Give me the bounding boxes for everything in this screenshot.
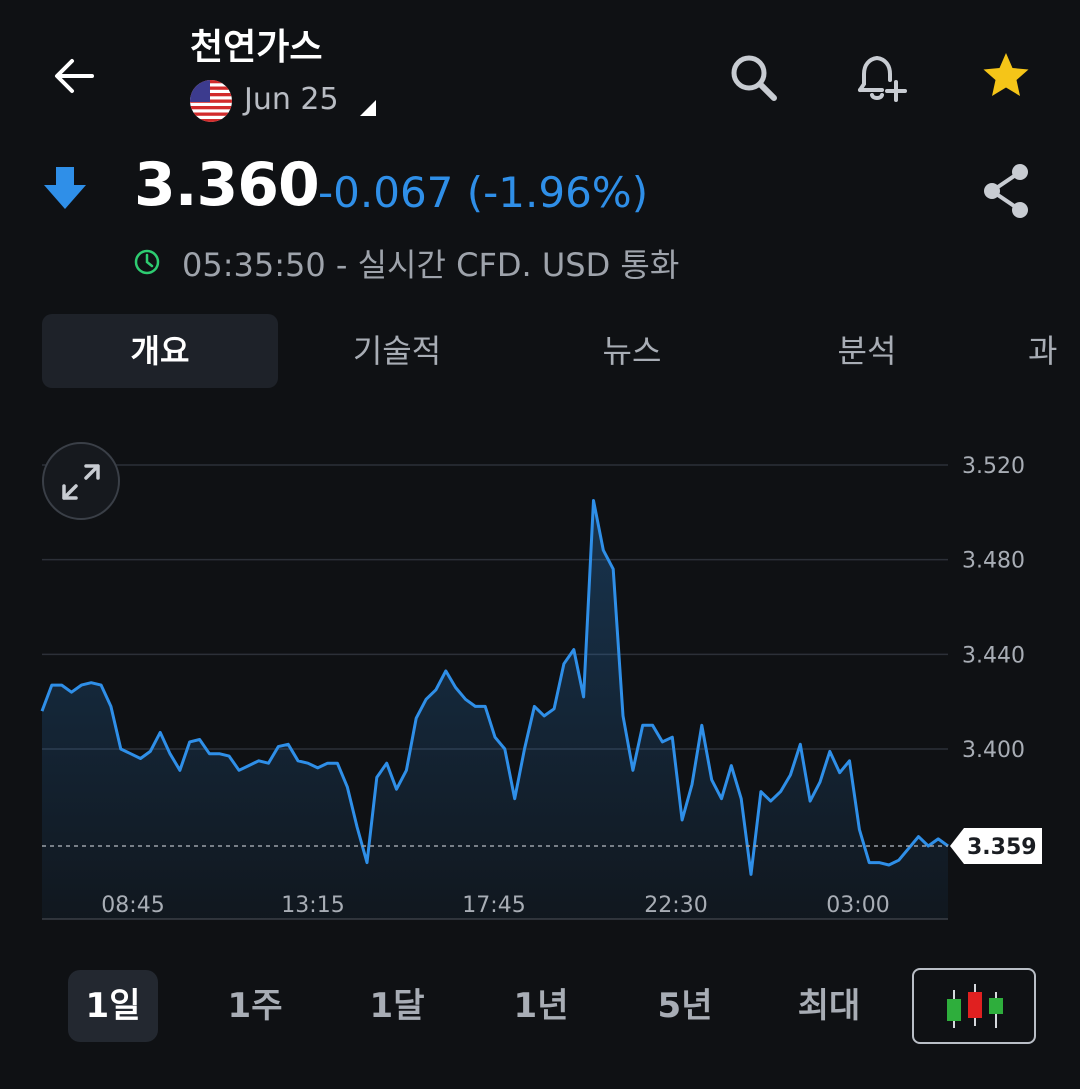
instrument-title: 천연가스 [190,27,323,68]
range-5y[interactable]: 5년 [640,970,730,1042]
clock-icon [134,249,160,275]
quote-meta: 05:35:50 - 실시간 CFD. USD 통화 [182,246,680,284]
x-tick-label: 13:15 [281,893,344,918]
candlestick-toggle-button[interactable] [912,968,1036,1044]
down-arrow-icon [44,167,86,209]
y-tick-label: 3.480 [962,549,1025,574]
tab-history[interactable]: 과거 [1000,314,1080,388]
candlestick-icon [947,984,1003,1028]
tab-technical[interactable]: 기술적 [290,314,504,388]
tab-overview[interactable]: 개요 [42,314,278,388]
us-flag-icon [190,80,232,122]
range-1y[interactable]: 1년 [496,970,586,1042]
x-tick-label: 17:45 [462,893,525,918]
range-1m[interactable]: 1달 [352,970,442,1042]
x-tick-label: 08:45 [101,893,164,918]
search-icon[interactable] [726,50,782,106]
price-change: -0.067 (-1.96%) [318,168,649,217]
dropdown-caret-icon[interactable] [360,100,376,116]
contract-expiry[interactable]: Jun 25 [244,82,339,117]
share-icon[interactable] [980,162,1032,220]
expand-icon [62,464,100,500]
price-area [42,500,948,919]
last-price-marker: 3.359 [950,828,1042,865]
range-1w[interactable]: 1주 [210,970,300,1042]
back-arrow-icon[interactable] [48,50,100,102]
y-tick-label: 3.440 [962,643,1025,668]
last-price: 3.360 [134,150,320,220]
tab-news[interactable]: 뉴스 [530,314,734,388]
range-1d[interactable]: 1일 [68,970,158,1042]
expand-chart-button[interactable] [42,442,120,520]
price-chart[interactable]: 3.520 3.480 3.440 3.400 08:45 13:15 17:45 22:3… [0,420,1080,940]
y-tick-label: 3.520 [962,454,1025,479]
x-tick-label: 22:30 [644,893,707,918]
y-tick-label: 3.400 [962,738,1025,763]
last-price-label: 3.359 [967,835,1037,860]
star-icon[interactable] [978,48,1034,104]
tab-analysis[interactable]: 분석 [760,314,974,388]
range-max[interactable]: 최대 [784,970,874,1042]
x-tick-label: 03:00 [826,893,889,918]
bell-plus-icon[interactable] [850,50,910,106]
